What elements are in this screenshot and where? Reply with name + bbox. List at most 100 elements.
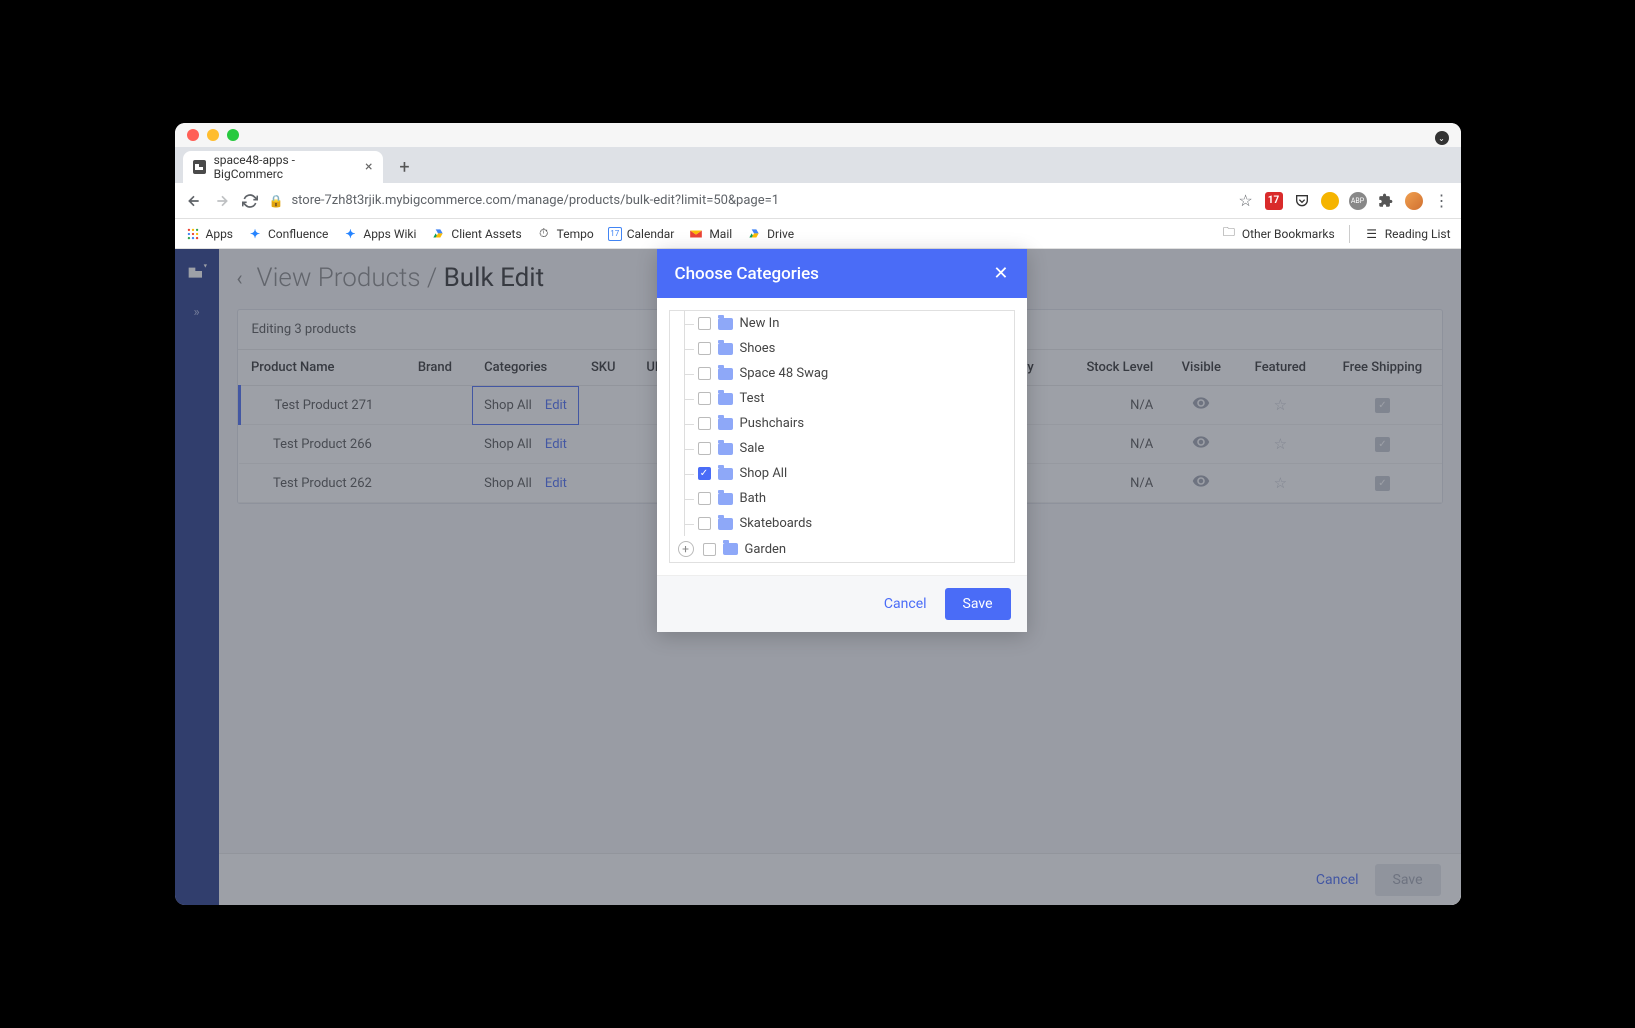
modal-save-button[interactable]: Save <box>945 588 1011 620</box>
minimize-window-icon[interactable]: ⌄ <box>1435 131 1449 145</box>
extension-icon[interactable]: ABP <box>1349 192 1367 210</box>
category-label: Shop All <box>740 466 788 481</box>
category-item[interactable]: Space 48 Swag <box>670 361 1014 386</box>
browser-menu-icon[interactable]: ⋮ <box>1433 192 1451 210</box>
category-item[interactable]: Test <box>670 386 1014 411</box>
forward-button[interactable] <box>213 192 231 210</box>
traffic-lights <box>187 129 239 141</box>
extension-icon[interactable] <box>1321 192 1339 210</box>
category-item[interactable]: New In <box>670 311 1014 336</box>
category-item[interactable]: Shoes <box>670 336 1014 361</box>
category-label: Pushchairs <box>740 416 805 431</box>
bookmark-item[interactable]: Drive <box>746 226 794 242</box>
bookmark-item[interactable]: Client Assets <box>430 226 521 242</box>
new-tab-button[interactable]: + <box>391 153 419 181</box>
category-checkbox[interactable] <box>698 442 711 455</box>
minimize-window-button[interactable] <box>207 129 219 141</box>
category-label: Space 48 Swag <box>740 366 829 381</box>
back-button[interactable] <box>185 192 203 210</box>
tab-bar: space48-apps - BigCommerc × + <box>175 147 1461 183</box>
confluence-icon: ✦ <box>342 226 358 242</box>
bookmark-label: Drive <box>767 227 794 241</box>
bookmark-label: Apps Wiki <box>363 227 416 241</box>
category-checkbox[interactable] <box>703 543 716 556</box>
profile-avatar[interactable] <box>1405 192 1423 210</box>
folder-icon <box>718 393 733 405</box>
apps-shortcut[interactable]: Apps <box>185 226 234 242</box>
category-checkbox[interactable] <box>698 517 711 530</box>
drive-icon <box>746 226 762 242</box>
category-checkbox[interactable] <box>698 417 711 430</box>
apps-grid-icon <box>185 226 201 242</box>
url-field[interactable]: 🔒 store-7zh8t3rjik.mybigcommerce.com/man… <box>269 193 1227 208</box>
divider <box>1349 225 1350 243</box>
url-text: store-7zh8t3rjik.mybigcommerce.com/manag… <box>291 193 779 208</box>
browser-window: ⌄ space48-apps - BigCommerc × + 🔒 store-… <box>175 123 1461 905</box>
extensions-menu-icon[interactable] <box>1377 192 1395 210</box>
category-label: New In <box>740 316 780 331</box>
modal-cancel-button[interactable]: Cancel <box>884 596 927 612</box>
category-checkbox[interactable] <box>698 492 711 505</box>
drive-icon <box>430 226 446 242</box>
categories-modal: Choose Categories ✕ New InShoesSpace 48 … <box>657 249 1027 632</box>
star-bookmark-icon[interactable]: ☆ <box>1237 192 1255 210</box>
maximize-window-button[interactable] <box>227 129 239 141</box>
category-label: Skateboards <box>740 516 813 531</box>
bookmark-label: Calendar <box>627 227 675 241</box>
modal-body: New In Shoes Space 48 Swag Test Pushchairs Sa… <box>657 298 1027 575</box>
bookmark-item[interactable]: Mail <box>688 226 732 242</box>
address-bar: 🔒 store-7zh8t3rjik.mybigcommerce.com/man… <box>175 183 1461 219</box>
toolbar-actions: ☆ 17 ABP ⋮ <box>1237 192 1451 210</box>
category-checkbox[interactable] <box>698 367 711 380</box>
folder-icon <box>718 368 733 380</box>
bookmark-label: Confluence <box>268 227 328 241</box>
category-checkbox[interactable]: ✓ <box>698 467 711 480</box>
category-checkbox[interactable] <box>698 342 711 355</box>
confluence-icon: ✦ <box>247 226 263 242</box>
close-window-button[interactable] <box>187 129 199 141</box>
category-item[interactable]: ✓ Shop All <box>670 461 1014 486</box>
folder-icon <box>718 443 733 455</box>
expand-icon[interactable]: + <box>678 541 694 557</box>
category-item[interactable]: Skateboards <box>670 511 1014 536</box>
bookmark-item[interactable]: ⏱Tempo <box>536 226 594 242</box>
calendar-icon: 17 <box>608 227 622 241</box>
tab-title: space48-apps - BigCommerc <box>214 153 357 181</box>
bookmark-item[interactable]: ✦ Confluence <box>247 226 328 242</box>
pocket-icon[interactable] <box>1293 192 1311 210</box>
titlebar <box>175 123 1461 147</box>
bookmark-item[interactable]: 17 Calendar <box>608 227 675 241</box>
folder-icon <box>718 518 733 530</box>
category-checkbox[interactable] <box>698 392 711 405</box>
category-item[interactable]: +Garden <box>670 536 1014 562</box>
category-item[interactable]: Sale <box>670 436 1014 461</box>
category-item[interactable]: Bath <box>670 486 1014 511</box>
bookmark-item[interactable]: ✦ Apps Wiki <box>342 226 416 242</box>
modal-footer: Cancel Save <box>657 575 1027 632</box>
reload-button[interactable] <box>241 192 259 210</box>
tab-favicon-icon <box>193 160 206 174</box>
folder-icon <box>718 493 733 505</box>
folder-icon <box>723 543 738 555</box>
folder-icon <box>718 343 733 355</box>
lock-icon: 🔒 <box>269 194 284 208</box>
category-label: Sale <box>740 441 765 456</box>
close-tab-icon[interactable]: × <box>365 159 372 175</box>
browser-tab[interactable]: space48-apps - BigCommerc × <box>183 151 383 183</box>
app-body: » ‹ View Products / Bulk Edit Editing 3 … <box>175 249 1461 905</box>
folder-icon: 🗀 <box>1221 226 1237 242</box>
extension-icon[interactable]: 17 <box>1265 192 1283 210</box>
category-checkbox[interactable] <box>698 317 711 330</box>
other-bookmarks[interactable]: 🗀Other Bookmarks <box>1221 226 1335 242</box>
category-item[interactable]: Pushchairs <box>670 411 1014 436</box>
category-label: Test <box>740 391 765 406</box>
category-tree: New In Shoes Space 48 Swag Test Pushchairs Sa… <box>669 310 1015 563</box>
folder-icon <box>718 318 733 330</box>
bookmark-label: Apps <box>206 227 234 241</box>
close-icon[interactable]: ✕ <box>993 263 1008 284</box>
bookmark-label: Reading List <box>1385 227 1451 241</box>
gmail-icon <box>688 226 704 242</box>
bookmark-label: Client Assets <box>451 227 521 241</box>
reading-list[interactable]: ☰Reading List <box>1364 226 1451 242</box>
folder-icon <box>718 468 733 480</box>
